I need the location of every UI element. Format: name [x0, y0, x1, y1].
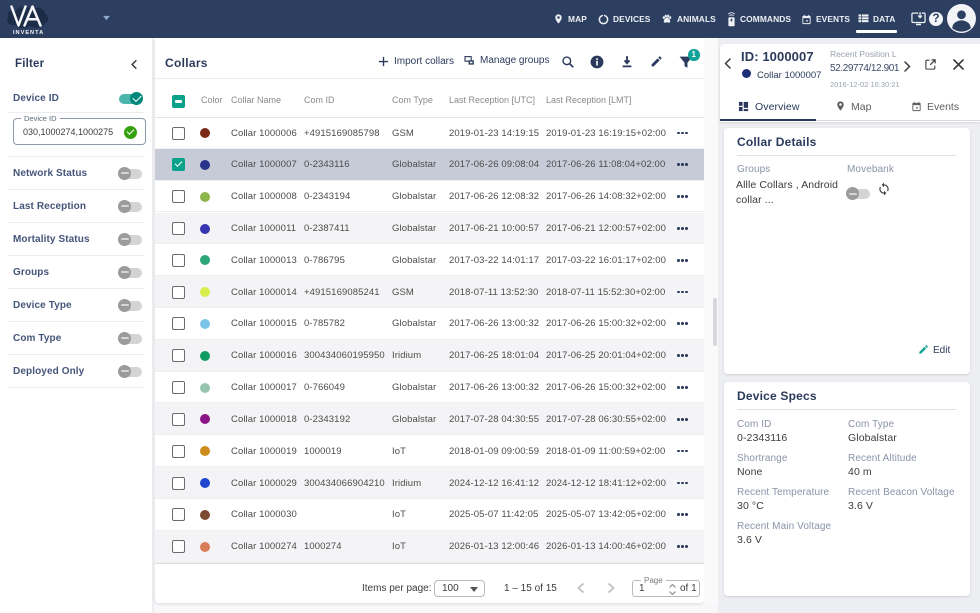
svg-text:INVENTA: INVENTA: [13, 30, 44, 36]
